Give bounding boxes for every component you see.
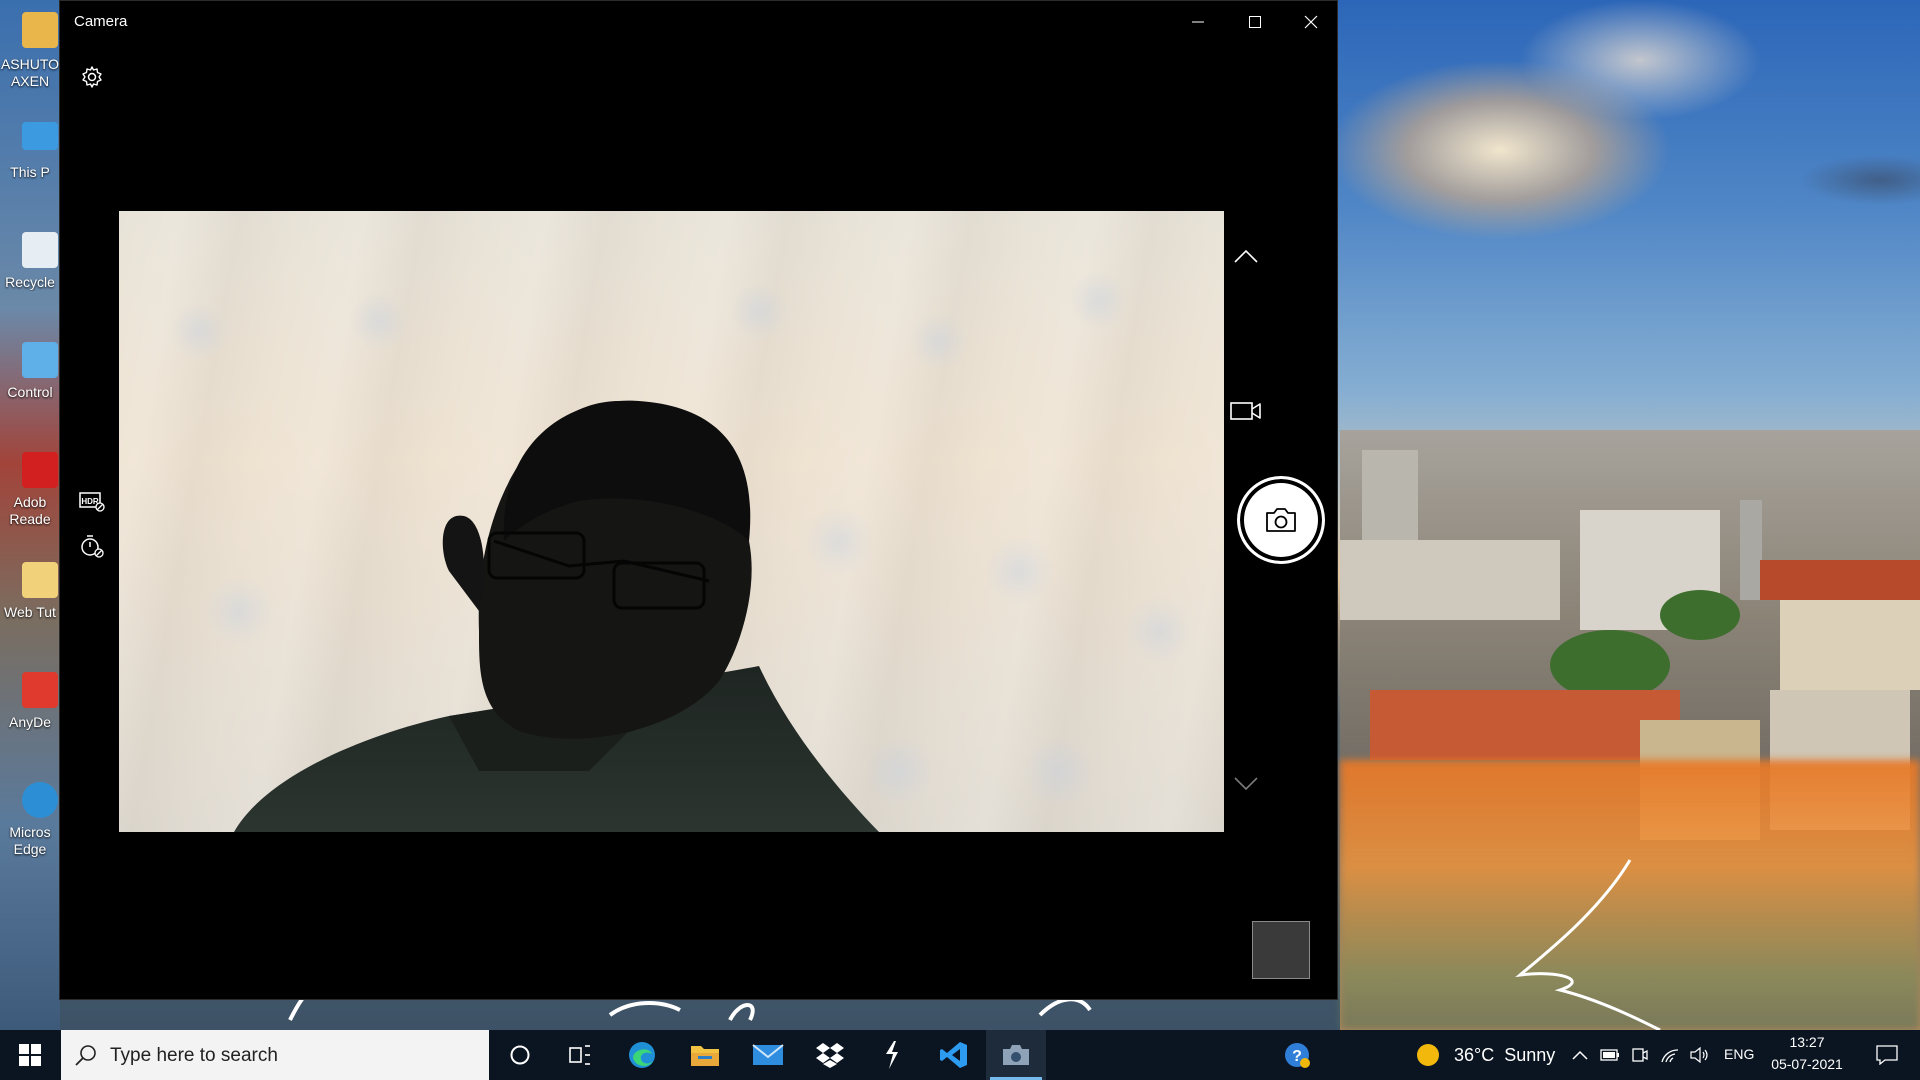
vscode-icon xyxy=(940,1042,967,1068)
close-icon xyxy=(1304,15,1318,29)
taskbar-search-box[interactable]: Type here to search xyxy=(61,1030,489,1080)
video-mode-icon xyxy=(1230,402,1261,420)
hdr-toggle[interactable]: HDR xyxy=(72,481,112,521)
desktop-icon-this-pc[interactable]: This P xyxy=(0,118,60,208)
weather-widget[interactable]: 36°C Sunny xyxy=(1400,1030,1560,1080)
search-placeholder: Type here to search xyxy=(110,1045,278,1066)
taskbar-dropbox[interactable] xyxy=(800,1030,860,1080)
gallery-thumbnail-button[interactable] xyxy=(1252,921,1310,979)
taskbar-vscode[interactable] xyxy=(924,1030,984,1080)
volume-button[interactable] xyxy=(1686,1030,1714,1080)
desktop-icon-adobe-reader[interactable]: Adob Reade xyxy=(0,448,60,538)
this-pc-icon xyxy=(22,122,58,150)
maximize-button[interactable] xyxy=(1227,1,1283,43)
wifi-button[interactable] xyxy=(1656,1030,1684,1080)
minimize-icon xyxy=(1192,21,1204,23)
timer-toggle[interactable] xyxy=(72,526,112,566)
camera-window: Camera HDR xyxy=(59,0,1338,1000)
anydesk-icon xyxy=(22,672,58,708)
settings-button[interactable] xyxy=(72,57,112,97)
web-tutorial-icon xyxy=(22,562,58,598)
close-button[interactable] xyxy=(1283,1,1339,43)
desktop-icon-control-panel[interactable]: Control xyxy=(0,338,60,428)
battery-button[interactable] xyxy=(1596,1030,1624,1080)
clock-time: 13:27 xyxy=(1789,1034,1825,1050)
desktop-icon-label: Recycle xyxy=(5,274,55,290)
start-button[interactable] xyxy=(0,1030,60,1080)
taskbar-bolt-app[interactable] xyxy=(862,1030,922,1080)
bolt-app-icon xyxy=(886,1041,898,1069)
camera-viewfinder[interactable] xyxy=(119,211,1224,832)
help-button[interactable]: ? xyxy=(1267,1030,1327,1080)
weather-description: Sunny xyxy=(1504,1044,1556,1065)
notification-icon xyxy=(1876,1045,1898,1065)
meet-now-icon xyxy=(1632,1048,1648,1062)
search-icon xyxy=(75,1045,96,1066)
wifi-icon xyxy=(1661,1049,1679,1063)
taskbar-mail[interactable] xyxy=(738,1030,798,1080)
sun-icon xyxy=(1417,1044,1439,1066)
taskbar-camera[interactable] xyxy=(986,1030,1046,1080)
cortana-button[interactable] xyxy=(490,1030,550,1080)
chevron-down-icon xyxy=(1234,777,1258,791)
task-view-icon xyxy=(569,1045,590,1065)
help-icon: ? xyxy=(1285,1043,1310,1068)
weather-temperature: 36°C xyxy=(1454,1044,1495,1065)
person-silhouette xyxy=(234,400,879,832)
desktop-icon-label: This P xyxy=(10,164,50,180)
desktop-icon-user-folder[interactable]: ASHUTO AXEN xyxy=(0,8,60,98)
scroll-down-button[interactable] xyxy=(1226,764,1266,804)
maximize-icon xyxy=(1249,16,1261,28)
taskbar-edge[interactable] xyxy=(612,1030,672,1080)
user-folder-icon xyxy=(22,12,58,48)
video-mode-button[interactable] xyxy=(1226,391,1266,431)
desktop-icon-label: Web Tut xyxy=(4,604,56,620)
language-indicator[interactable]: ENG xyxy=(1724,1046,1754,1062)
clock-date: 05-07-2021 xyxy=(1771,1056,1843,1072)
scroll-up-button[interactable] xyxy=(1226,236,1266,276)
clock[interactable]: 13:27 05-07-2021 xyxy=(1762,1030,1852,1080)
desktop-icon-web-tutorial[interactable]: Web Tut xyxy=(0,558,60,648)
desktop-icon-recycle-bin[interactable]: Recycle xyxy=(0,228,60,318)
action-center-button[interactable] xyxy=(1862,1030,1912,1080)
taskbar-file-explorer[interactable] xyxy=(675,1030,735,1080)
desktop-icon-label: Control xyxy=(7,384,53,400)
timer-off-icon xyxy=(81,535,104,558)
file-explorer-icon xyxy=(691,1046,719,1066)
edge-icon xyxy=(629,1042,655,1068)
recycle-bin-icon xyxy=(22,232,58,268)
desktop-icon-label: ASHUTO AXEN xyxy=(0,56,60,89)
hdr-off-icon: HDR xyxy=(79,492,105,512)
photo-shutter-icon xyxy=(1266,508,1296,532)
show-hidden-icons-button[interactable] xyxy=(1566,1030,1594,1080)
battery-icon xyxy=(1600,1049,1619,1061)
dropbox-icon xyxy=(816,1043,844,1068)
desktop-icon-label: AnyDe xyxy=(8,714,52,730)
window-title: Camera xyxy=(74,13,128,30)
settings-icon xyxy=(82,66,102,88)
desktop-icon-label: Micros Edge xyxy=(9,824,51,857)
take-photo-button[interactable] xyxy=(1237,476,1325,564)
chevron-up-icon xyxy=(1234,249,1258,263)
cortana-icon xyxy=(510,1045,530,1065)
adobe-reader-icon xyxy=(22,452,58,488)
title-bar[interactable]: Camera xyxy=(60,1,1337,43)
desktop-icon-edge[interactable]: Micros Edge xyxy=(0,778,60,868)
taskbar: Type here to search ? 36°C Sunny ENG 13:… xyxy=(0,1030,1920,1080)
volume-icon xyxy=(1690,1047,1708,1063)
wallpaper-scribble xyxy=(1515,859,1661,1030)
control-panel-icon xyxy=(22,342,58,378)
desktop-icon-anydesk[interactable]: AnyDe xyxy=(0,668,60,758)
mail-icon xyxy=(752,1044,784,1065)
desktop-icon-label: Adob Reade xyxy=(9,494,51,527)
windows-logo-icon xyxy=(19,1044,41,1066)
minimize-button[interactable] xyxy=(1170,1,1226,43)
edge-icon xyxy=(22,782,58,818)
meet-now-button[interactable] xyxy=(1626,1030,1654,1080)
task-view-button[interactable] xyxy=(550,1030,610,1080)
chevron-up-icon xyxy=(1572,1050,1588,1060)
camera-icon xyxy=(1003,1045,1029,1065)
